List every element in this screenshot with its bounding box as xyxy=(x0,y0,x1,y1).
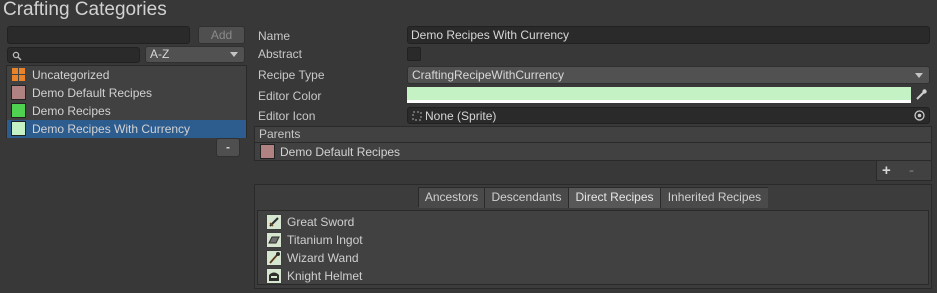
list-item[interactable]: Knight Helmet xyxy=(258,267,928,285)
recipes-list: Great Sword Titanium Ingot Wizard Wand K… xyxy=(257,210,929,285)
tab-direct-recipes[interactable]: Direct Recipes xyxy=(569,188,661,208)
sword-icon xyxy=(266,214,282,230)
list-item-label: Demo Default Recipes xyxy=(280,145,401,159)
ingot-icon xyxy=(266,232,282,248)
list-item[interactable]: Titanium Ingot xyxy=(258,231,928,249)
list-item[interactable]: Uncategorized xyxy=(7,66,246,84)
sort-dropdown[interactable]: A-Z xyxy=(145,46,245,63)
search-icon xyxy=(12,51,22,61)
tab-ancestors[interactable]: Ancestors xyxy=(419,188,485,208)
parents-header: Parents xyxy=(254,126,932,142)
category-list: Uncategorized Demo Default Recipes Demo … xyxy=(6,65,247,138)
parents-label: Parents xyxy=(259,127,301,141)
list-item-label: Demo Recipes With Currency xyxy=(32,122,191,136)
chevron-down-icon xyxy=(915,73,923,78)
color-swatch xyxy=(260,144,275,159)
color-swatch xyxy=(11,121,26,136)
chevron-down-icon xyxy=(230,52,238,57)
list-item-label: Demo Default Recipes xyxy=(32,86,153,100)
parents-footer: + - xyxy=(876,161,932,181)
name-label: Name xyxy=(258,29,291,43)
sort-selected: A-Z xyxy=(150,47,170,61)
helmet-icon xyxy=(266,268,282,284)
list-item-selected[interactable]: Demo Recipes With Currency xyxy=(7,120,246,138)
editor-icon-field[interactable]: None (Sprite) xyxy=(407,107,930,124)
list-item-label: Great Sword xyxy=(287,215,355,229)
recipe-type-dropdown[interactable]: CraftingRecipeWithCurrency xyxy=(407,66,930,84)
abstract-label: Abstract xyxy=(258,47,303,61)
list-item[interactable]: Demo Default Recipes xyxy=(255,143,931,161)
eyedropper-icon[interactable] xyxy=(914,88,928,102)
list-item-label: Titanium Ingot xyxy=(287,233,363,247)
editor-color-field[interactable] xyxy=(407,87,911,103)
object-picker-icon[interactable] xyxy=(914,110,925,121)
recipe-type-label: Recipe Type xyxy=(258,68,325,82)
list-item[interactable]: Wizard Wand xyxy=(258,249,928,267)
remove-parent-button[interactable]: - xyxy=(909,162,914,179)
tab-bar: Ancestors Descendants Direct Recipes Inh… xyxy=(418,187,768,208)
list-item[interactable]: Great Sword xyxy=(258,213,928,231)
list-item-label: Knight Helmet xyxy=(287,269,363,283)
editor-color-label: Editor Color xyxy=(258,89,322,103)
add-parent-button[interactable]: + xyxy=(882,162,891,179)
editor-icon-value: None (Sprite) xyxy=(425,109,497,123)
parents-list: Demo Default Recipes xyxy=(254,142,932,161)
window-title: Crafting Categories xyxy=(3,0,167,20)
tab-inherited-recipes[interactable]: Inherited Recipes xyxy=(661,188,768,208)
list-item-label: Wizard Wand xyxy=(287,251,359,265)
grid-icon xyxy=(11,67,26,82)
color-swatch xyxy=(11,103,26,118)
add-button[interactable]: Add xyxy=(198,26,245,44)
color-swatch xyxy=(11,85,26,100)
list-item-label: Demo Recipes xyxy=(32,104,111,118)
tab-descendants[interactable]: Descendants xyxy=(485,188,569,208)
list-item-label: Uncategorized xyxy=(32,68,110,82)
recipe-type-selected: CraftingRecipeWithCurrency xyxy=(412,68,565,82)
filter-input[interactable] xyxy=(7,47,140,63)
name-field[interactable]: Demo Recipes With Currency xyxy=(407,26,930,44)
list-item[interactable]: Demo Recipes xyxy=(7,102,246,120)
search-input[interactable] xyxy=(7,26,190,44)
list-item[interactable]: Demo Default Recipes xyxy=(7,84,246,102)
remove-category-button[interactable]: - xyxy=(216,138,240,157)
wand-icon xyxy=(266,250,282,266)
sprite-icon xyxy=(412,111,422,121)
editor-icon-label: Editor Icon xyxy=(258,109,316,123)
abstract-checkbox[interactable] xyxy=(407,47,421,61)
